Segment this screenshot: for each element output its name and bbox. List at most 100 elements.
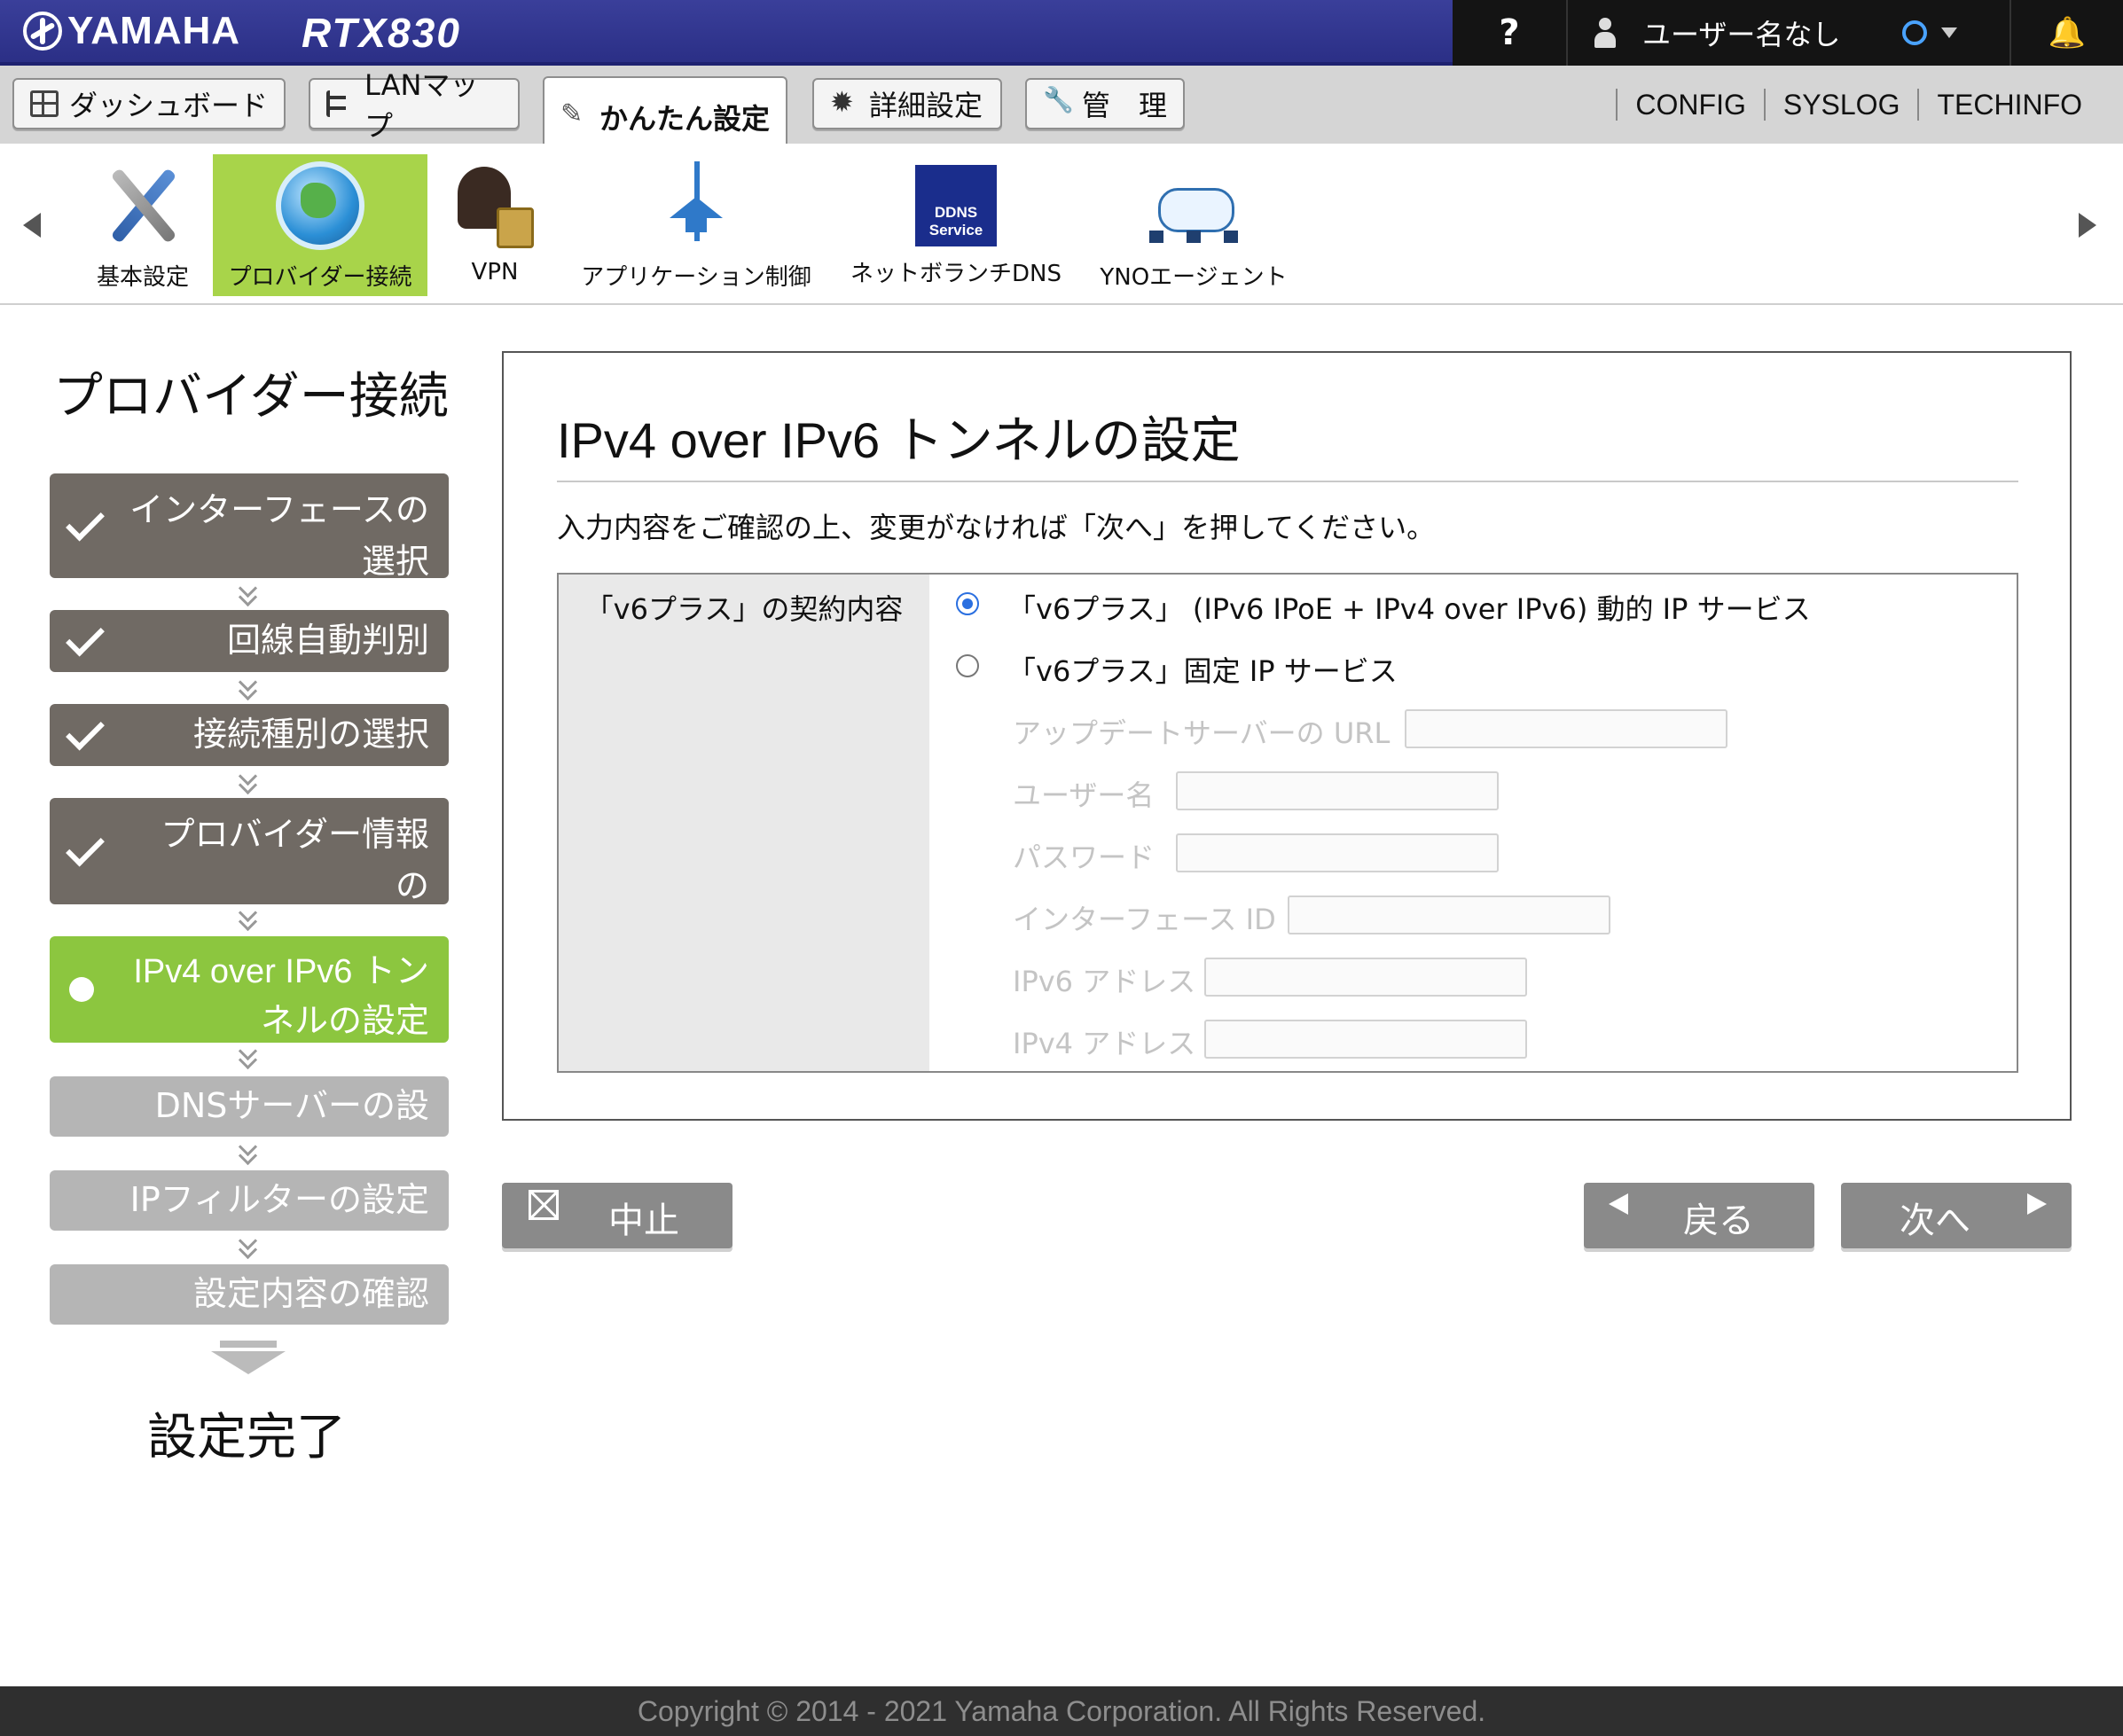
strip-item-vpn[interactable]: VPN [443, 154, 546, 296]
strip-item-label: アプリケーション制御 [581, 264, 811, 291]
tab-management[interactable]: 管 理 [1025, 78, 1185, 129]
strip-item-label: VPN [471, 259, 519, 285]
interface-id-label: インターフェース ID [1013, 903, 1276, 936]
notification-button[interactable]: 🔔 [2011, 0, 2123, 66]
chevron-down-icon [238, 1140, 259, 1167]
application-control-icon [652, 161, 740, 250]
ipv6-address-label: IPv6 アドレス [1013, 965, 1196, 998]
cancel-button[interactable]: 中止 [502, 1183, 732, 1248]
chevron-down-icon [238, 770, 259, 796]
step-label-line1: インターフェースの [129, 490, 429, 529]
gear-icon [830, 85, 858, 119]
page-title: IPv4 over IPv6 トンネルの設定 [557, 412, 1241, 468]
next-label: 次へ [1900, 1200, 1970, 1241]
tab-lan-map[interactable]: LANマップ [309, 68, 520, 143]
cancel-label: 中止 [608, 1200, 679, 1241]
check-icon [66, 827, 105, 867]
tab-label: ダッシュボード [69, 89, 269, 122]
next-button[interactable]: 次へ [1841, 1183, 2072, 1248]
option-dynamic-ip-label[interactable]: 「v6プラス」 (IPv6 IPoE + IPv4 over IPv6) 動的 … [1007, 587, 1811, 628]
option-fixed-ip-label[interactable]: 「v6プラス」固定 IP サービス [1007, 649, 1398, 690]
model-name: RTX830 [302, 10, 461, 56]
ipv6-address-input[interactable] [1204, 958, 1527, 997]
ddns-icon: DDNS Service [915, 165, 997, 246]
main-tab-bar: ダッシュボード LANマップ かんたん設定 詳細設定 管 理 CONFIG SY… [0, 66, 2123, 156]
strip-item-application-control[interactable]: アプリケーション制御 [576, 154, 816, 296]
contract-field-value: 「v6プラス」 (IPv6 IPoE + IPv4 over IPv6) 動的 … [929, 575, 2017, 1071]
status-ring-icon [1902, 20, 1928, 45]
chevron-down-icon [238, 582, 259, 608]
step-label-line1: IPv4 over IPv6 トン [133, 953, 429, 990]
user-name: ユーザー名なし [1642, 18, 1841, 51]
yamaha-emblem-icon [23, 12, 62, 51]
chevron-down-icon [238, 676, 259, 702]
arrow-down-icon [211, 1341, 286, 1376]
interface-id-input[interactable] [1288, 895, 1610, 934]
strip-scroll-right-icon[interactable] [2079, 213, 2096, 238]
strip-item-label: YNOエージェント [1100, 264, 1288, 291]
strip-scroll-left-icon[interactable] [23, 213, 41, 238]
tab-advanced-settings[interactable]: 詳細設定 [812, 78, 1002, 129]
ipv4-address-label: IPv4 アドレス [1013, 1027, 1196, 1060]
wizard-step-line-detect: 回線自動判別 [50, 610, 449, 672]
tab-label: かんたん設定 [599, 102, 771, 136]
strip-item-label: プロバイダー接続 [228, 264, 412, 291]
yno-network-icon [1149, 161, 1238, 250]
lan-map-icon [326, 90, 354, 117]
strip-item-label: 基本設定 [96, 264, 189, 291]
techinfo-link[interactable]: TECHINFO [1917, 89, 2100, 121]
copyright-footer: Copyright © 2014 - 2021 Yamaha Corporati… [0, 1686, 2123, 1736]
bell-icon: 🔔 [2048, 15, 2087, 51]
radio-fixed-ip[interactable] [956, 654, 979, 677]
update-server-url-input[interactable] [1405, 709, 1727, 748]
wizard-step-confirm: 設定内容の確認 [50, 1264, 449, 1325]
help-button[interactable]: ? [1453, 0, 1568, 66]
wizard-icon [560, 98, 589, 130]
top-links: CONFIG SYSLOG TECHINFO [1616, 89, 2100, 121]
feature-strip: 基本設定 プロバイダー接続 VPN アプリケーション制御 DDNS Servic… [0, 144, 2123, 305]
contract-form: 「v6プラス」の契約内容 「v6プラス」 (IPv6 IPoE + IPv4 o… [557, 573, 2018, 1073]
wrench-icon [1043, 85, 1074, 117]
password-label: パスワード [1013, 841, 1156, 874]
config-link[interactable]: CONFIG [1616, 89, 1763, 121]
username-input[interactable] [1176, 771, 1499, 810]
strip-item-basic-settings[interactable]: 基本設定 [85, 154, 200, 296]
wizard-title: プロバイダー接続 [53, 368, 449, 426]
brand-name: YAMAHA [67, 9, 241, 52]
wizard-complete-label: 設定完了 [147, 1409, 346, 1466]
syslog-link[interactable]: SYSLOG [1763, 89, 1918, 121]
wizard-step-ipv4-over-ipv6: IPv4 over IPv6 トン ネルの設定 [50, 936, 449, 1043]
title-divider [557, 481, 2018, 482]
ipv4-address-input[interactable] [1204, 1020, 1527, 1059]
step-label: IPフィルターの設定 [129, 1180, 429, 1219]
wizard-step-ip-filter: IPフィルターの設定 [50, 1170, 449, 1231]
strip-item-yno-agent[interactable]: YNOエージェント [1096, 154, 1291, 296]
header-tools: ? ユーザー名なし 🔔 [1453, 0, 2123, 66]
radio-dynamic-ip[interactable] [956, 592, 979, 615]
step-label: 設定内容の確認 [192, 1274, 429, 1313]
strip-item-provider-connection[interactable]: プロバイダー接続 [213, 154, 427, 296]
globe-icon [276, 161, 364, 250]
chevron-down-icon [1941, 27, 1958, 38]
tools-icon [98, 161, 187, 250]
wizard-step-dns-server: DNSサーバーの設定 [50, 1076, 449, 1177]
tab-label: 管 理 [1082, 89, 1168, 122]
instruction-text: 入力内容をご確認の上、変更がなければ「次へ」を押してください。 [557, 511, 1436, 544]
password-input[interactable] [1176, 833, 1499, 872]
arrow-left-icon [1609, 1193, 1628, 1215]
check-icon [66, 711, 105, 751]
update-server-url-label: アップデートサーバーの URL [1013, 716, 1391, 750]
step-label: 接続種別の選択 [192, 715, 429, 754]
step-label: DNSサーバーの設定 [154, 1086, 429, 1177]
back-button[interactable]: 戻る [1584, 1183, 1814, 1248]
step-label-line2: 選択 [361, 542, 429, 581]
check-icon [66, 617, 105, 657]
tab-label: 詳細設定 [869, 89, 983, 122]
user-menu[interactable]: ユーザー名なし [1568, 0, 2011, 66]
dashboard-icon [30, 90, 59, 117]
tab-dashboard[interactable]: ダッシュボード [12, 78, 286, 129]
step-label-line2: ネルの設定 [260, 1003, 429, 1040]
step-label-line1: プロバイダー情報の [161, 815, 429, 905]
strip-item-netvolante-dns[interactable]: DDNS Service ネットボランチDNS [850, 154, 1062, 296]
user-icon [1594, 18, 1616, 48]
